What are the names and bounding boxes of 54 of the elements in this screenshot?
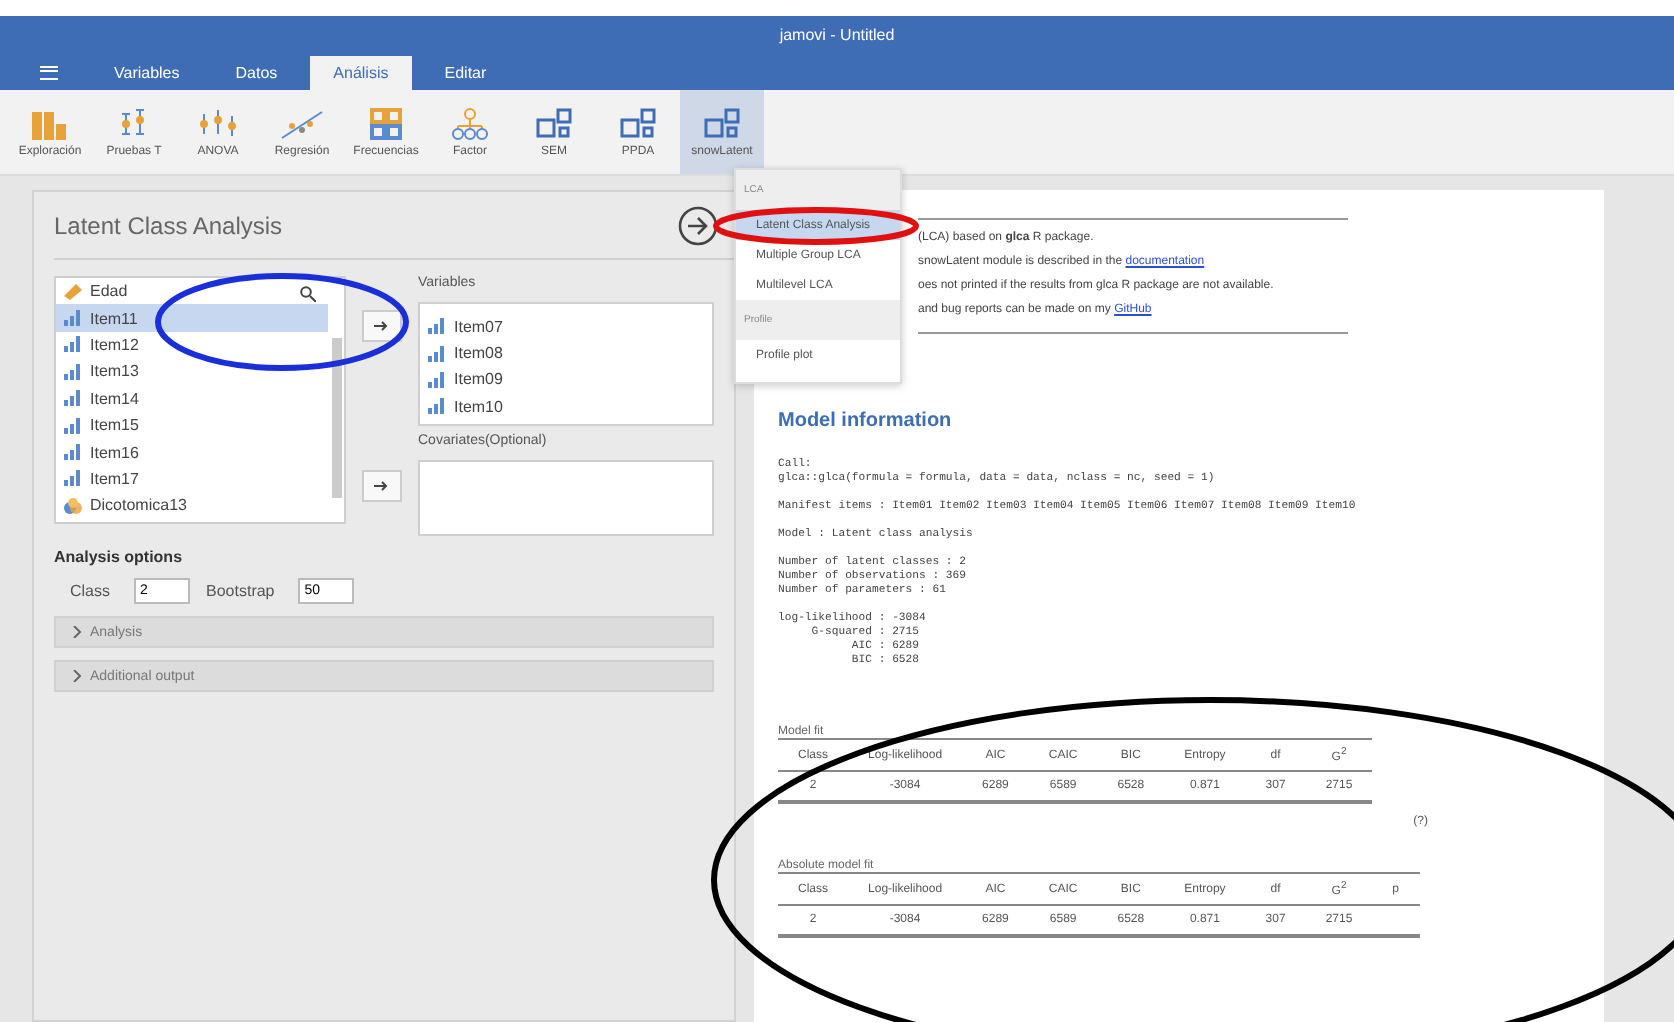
bar-chart-icon (64, 336, 82, 353)
bar-chart-icon (428, 371, 446, 388)
variable-item[interactable]: Item09 (420, 366, 712, 394)
bar-chart-icon (64, 417, 82, 434)
venn-icon (64, 497, 82, 514)
scatter-line-icon (280, 107, 324, 139)
bar-chart-icon (64, 310, 82, 327)
analysis-title: Latent Class Analysis (54, 211, 283, 239)
bar-chart-icon (428, 345, 446, 362)
variable-item[interactable]: Item08 (420, 339, 712, 367)
move-button[interactable] (362, 470, 402, 502)
bar-chart-icon (64, 444, 82, 461)
variable-item[interactable]: Item07 (420, 312, 712, 340)
move-button[interactable] (362, 310, 402, 342)
linked-boxes-icon (620, 107, 656, 139)
tab[interactable]: Editar (420, 56, 511, 90)
chevron-icon (72, 670, 82, 682)
variable-item[interactable]: Dicotomica13 (56, 492, 328, 520)
bar-chart-icon (64, 470, 82, 487)
bar-chart-icon (30, 107, 70, 139)
tab[interactable]: Análisis (309, 56, 413, 90)
grid-icon (370, 107, 402, 139)
variable-item[interactable]: Item11 (56, 304, 328, 332)
chevron-icon (72, 626, 82, 638)
arrow-right-icon (374, 320, 390, 332)
variable-item[interactable]: Item12 (56, 331, 328, 359)
ruler-icon (64, 283, 82, 300)
scrollbar[interactable] (332, 338, 342, 498)
variable-item[interactable]: Item13 (56, 358, 328, 386)
tab[interactable]: Datos (211, 56, 302, 90)
bar-chart-icon (64, 390, 82, 407)
variable-item[interactable]: Item15 (56, 411, 328, 439)
search-icon[interactable] (300, 286, 316, 302)
results-heading: Model information (778, 410, 954, 432)
menu-icon[interactable] (40, 66, 58, 80)
section-heading: Analysis options (54, 548, 185, 566)
linked-boxes-icon (704, 107, 740, 139)
hierarchy-icon (452, 107, 488, 139)
variable-item[interactable]: Item16 (56, 438, 328, 466)
bar-chart-icon (64, 363, 82, 380)
linked-boxes-icon (536, 107, 572, 139)
arrow-right-icon (374, 480, 390, 492)
field-label: Bootstrap (206, 582, 275, 600)
variable-item[interactable]: Item14 (56, 385, 328, 412)
variable-item[interactable]: Edad (56, 278, 328, 305)
bar-chart-icon (428, 398, 446, 415)
field-label: Class (70, 582, 111, 600)
arrow-circle-icon[interactable] (678, 205, 718, 245)
tab[interactable]: Variables (90, 56, 204, 90)
variable-item[interactable]: Item10 (420, 393, 712, 420)
window-title: jamovi - Untitled (777, 24, 897, 48)
variable-item[interactable]: Item17 (56, 465, 328, 493)
bar-chart-icon (428, 318, 446, 335)
error-bars-icon (198, 107, 238, 139)
